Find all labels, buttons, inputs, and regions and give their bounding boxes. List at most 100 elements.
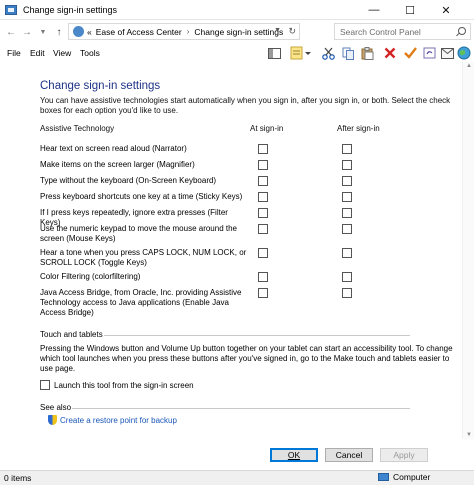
see-also-title: See also [40, 403, 72, 412]
status-location: Computer [378, 472, 430, 482]
minimize-button[interactable]: — [360, 0, 388, 20]
option-row-magnifier: Make items on the screen larger (Magnifi… [40, 160, 460, 170]
intro-text: You can have assistive technologies star… [40, 96, 451, 115]
copy-icon[interactable] [340, 45, 356, 61]
menu-view[interactable]: View [53, 48, 71, 58]
filter-keys-at-sign-in-checkbox[interactable] [258, 208, 268, 218]
launch-option: Launch this tool from the sign-in screen [40, 380, 194, 390]
option-label: Color Filtering (colorfiltering) [40, 272, 141, 281]
option-label: Hear text on screen read aloud (Narrator… [40, 144, 187, 153]
cut-icon[interactable] [320, 45, 336, 61]
address-dropdown-icon[interactable]: ▼ [274, 27, 281, 34]
item-count: 0 items [4, 473, 32, 483]
scroll-up-icon[interactable]: ▲ [466, 63, 472, 69]
option-label: Hear a tone when you press CAPS LOCK, NU… [40, 248, 247, 267]
option-row-on-screen-keyboard: Type without the keyboard (On-Screen Key… [40, 176, 460, 186]
search-input[interactable] [340, 26, 458, 37]
see-also-divider [72, 408, 410, 409]
narrator-at-sign-in-checkbox[interactable] [258, 144, 268, 154]
java-access-bridge-at-sign-in-checkbox[interactable] [258, 288, 268, 298]
search-box[interactable] [334, 23, 471, 40]
menu-tools[interactable]: Tools [80, 48, 100, 58]
toggle-keys-after-sign-in-checkbox[interactable] [342, 248, 352, 258]
touch-section-title: Touch and tablets [40, 330, 103, 339]
address-bar: ← → ▼ ↑ « Ease of Access Center › Change… [0, 20, 474, 44]
window-title: Change sign-in settings [23, 4, 118, 15]
control-panel-app-icon [5, 4, 17, 15]
restore-point-link[interactable]: Create a restore point for backup [48, 415, 177, 425]
mouse-keys-after-sign-in-checkbox[interactable] [342, 224, 352, 234]
forward-arrow-icon[interactable]: → [20, 24, 34, 40]
option-label: Use the numeric keypad to move the mouse… [40, 224, 237, 243]
control-panel-icon [73, 26, 84, 37]
back-arrow-icon[interactable]: ← [4, 24, 18, 40]
option-row-narrator: Hear text on screen read aloud (Narrator… [40, 144, 460, 154]
recent-locations-chevron-icon[interactable]: ▼ [36, 24, 50, 40]
magnifier-after-sign-in-checkbox[interactable] [342, 160, 352, 170]
restore-point-link-text[interactable]: Create a restore point for backup [60, 416, 177, 425]
menu-edit[interactable]: Edit [30, 48, 45, 58]
color-filtering-after-sign-in-checkbox[interactable] [342, 272, 352, 282]
osk-at-sign-in-checkbox[interactable] [258, 176, 268, 186]
refresh-icon[interactable]: ↻ [288, 26, 296, 37]
mouse-keys-at-sign-in-checkbox[interactable] [258, 224, 268, 234]
osk-after-sign-in-checkbox[interactable] [342, 176, 352, 186]
note-icon[interactable] [289, 45, 313, 61]
globe-icon[interactable] [456, 45, 472, 61]
option-label: Type without the keyboard (On-Screen Key… [40, 176, 217, 185]
shield-icon [48, 415, 57, 425]
option-label: Make items on the screen larger (Magnifi… [40, 160, 195, 169]
cancel-button[interactable]: Cancel [325, 448, 373, 462]
status-location-label: Computer [393, 472, 431, 482]
cancel-button-label: Cancel [335, 450, 363, 460]
option-label: Java Access Bridge, from Oracle, Inc. pr… [40, 288, 242, 317]
scroll-down-icon[interactable]: ▼ [466, 432, 472, 438]
narrator-after-sign-in-checkbox[interactable] [342, 144, 352, 154]
apply-button: Apply [380, 448, 428, 462]
breadcrumb-overflow[interactable]: « [87, 27, 92, 37]
undo-icon[interactable] [421, 45, 437, 61]
breadcrumb[interactable]: « Ease of Access Center › Change sign-in… [68, 23, 300, 40]
sticky-keys-at-sign-in-checkbox[interactable] [258, 192, 268, 202]
magnifier-at-sign-in-checkbox[interactable] [258, 160, 268, 170]
ok-button[interactable]: OK [270, 448, 318, 462]
breadcrumb-current[interactable]: Change sign-in settings [194, 27, 283, 37]
status-bar: 0 items Computer [0, 470, 474, 485]
paste-icon[interactable] [359, 45, 375, 61]
up-arrow-icon[interactable]: ↑ [52, 24, 66, 40]
title-bar: Change sign-in settings — ☐ ✕ [0, 0, 474, 20]
chevron-right-icon[interactable]: › [187, 27, 190, 36]
apply-button-label: Apply [393, 450, 415, 460]
delete-icon[interactable] [382, 45, 398, 61]
touch-description: Pressing the Windows button and Volume U… [40, 344, 453, 373]
pane-icon[interactable] [266, 45, 282, 61]
close-button[interactable]: ✕ [432, 0, 460, 20]
vertical-scrollbar[interactable]: ▲ ▼ [462, 62, 474, 439]
toggle-keys-at-sign-in-checkbox[interactable] [258, 248, 268, 258]
search-icon[interactable] [458, 27, 466, 35]
option-row-java-access-bridge: Java Access Bridge, from Oracle, Inc. pr… [40, 288, 460, 318]
computer-icon [378, 473, 389, 481]
java-access-bridge-after-sign-in-checkbox[interactable] [342, 288, 352, 298]
column-header-after-sign-in: After sign-in [337, 124, 380, 133]
option-row-mouse-keys: Use the numeric keypad to move the mouse… [40, 224, 460, 244]
menu-bar: File Edit View Tools [0, 44, 474, 62]
launch-from-sign-in-checkbox[interactable] [40, 380, 50, 390]
option-row-toggle-keys: Hear a tone when you press CAPS LOCK, NU… [40, 248, 460, 268]
sticky-keys-after-sign-in-checkbox[interactable] [342, 192, 352, 202]
breadcrumb-ease-of-access[interactable]: Ease of Access Center [96, 27, 182, 37]
mail-icon[interactable] [439, 45, 455, 61]
column-header-at-sign-in: At sign-in [250, 124, 284, 133]
option-label: Press keyboard shortcuts one key at a ti… [40, 192, 243, 201]
launch-option-label[interactable]: Launch this tool from the sign-in screen [54, 381, 194, 390]
checkmark-icon[interactable] [402, 45, 418, 61]
section-divider [104, 335, 410, 336]
ok-button-label: OK [287, 450, 301, 460]
column-header-assistive-technology: Assistive Technology [40, 124, 115, 133]
page-title: Change sign-in settings [40, 80, 161, 92]
menu-file[interactable]: File [7, 48, 21, 58]
maximize-button[interactable]: ☐ [396, 0, 424, 20]
color-filtering-at-sign-in-checkbox[interactable] [258, 272, 268, 282]
option-row-sticky-keys: Press keyboard shortcuts one key at a ti… [40, 192, 460, 202]
filter-keys-after-sign-in-checkbox[interactable] [342, 208, 352, 218]
